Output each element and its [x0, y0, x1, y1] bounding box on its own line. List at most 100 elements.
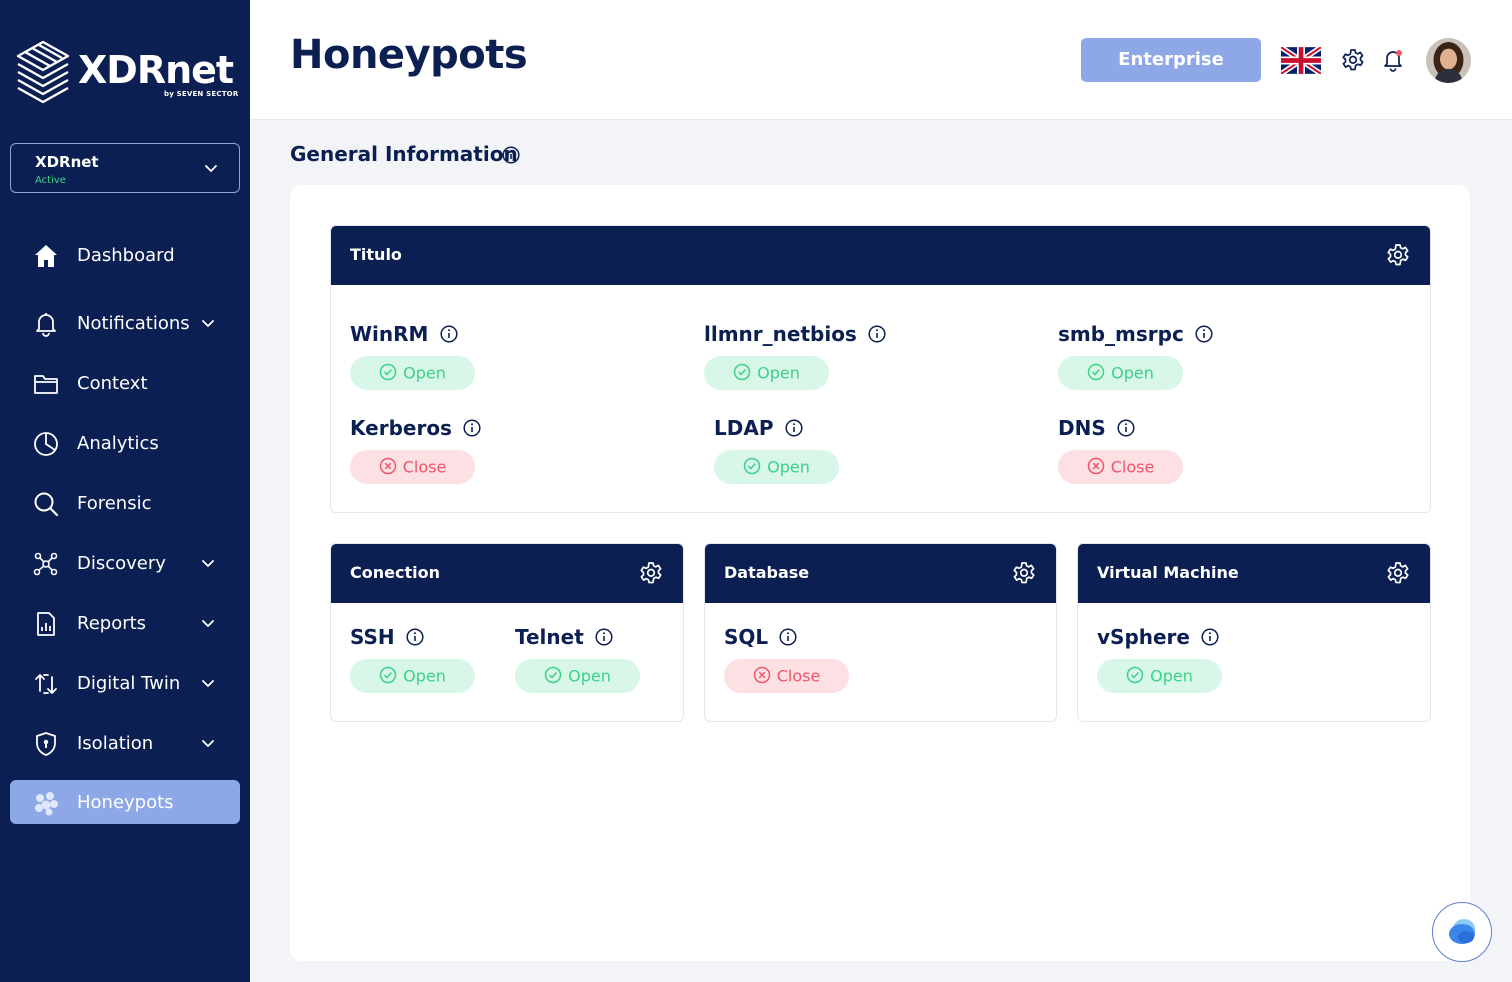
check-circle-icon	[379, 666, 397, 684]
org-selector[interactable]: XDRnet Active	[10, 143, 240, 193]
gear-icon[interactable]	[1012, 561, 1036, 585]
info-icon[interactable]	[779, 628, 797, 646]
folder-icon	[34, 375, 58, 394]
top-header: Honeypots Enterprise	[250, 0, 1512, 120]
service-kerberos: Kerberos Close	[350, 416, 481, 484]
sidebar-item-digital-twin[interactable]: Digital Twin	[10, 661, 240, 705]
card-header: Database	[705, 544, 1056, 603]
info-icon[interactable]	[440, 325, 458, 343]
status-badge[interactable]: Open	[714, 450, 839, 484]
chevron-down-icon	[205, 165, 217, 172]
status-label: Open	[568, 666, 611, 686]
info-icon[interactable]	[1195, 325, 1213, 343]
check-circle-icon	[544, 666, 562, 684]
service-dns: DNS Close	[1058, 416, 1183, 484]
status-badge[interactable]: Close	[1058, 450, 1183, 484]
check-circle-icon	[1126, 666, 1144, 684]
service-name: smb_msrpc	[1058, 322, 1184, 346]
org-name: XDRnet	[35, 153, 99, 171]
check-circle-icon	[743, 457, 761, 475]
status-label: Close	[776, 666, 821, 686]
service-ldap: LDAP Open	[714, 416, 839, 484]
sidebar-item-label: Forensic	[77, 493, 152, 514]
info-icon[interactable]	[502, 146, 520, 164]
card-titulo: Titulo WinRM Open llmnr_netbios Open smb…	[330, 225, 1431, 513]
status-badge[interactable]: Open	[704, 356, 829, 390]
gear-icon[interactable]	[1386, 561, 1410, 585]
uk-flag-icon[interactable]	[1281, 47, 1321, 74]
info-icon[interactable]	[463, 419, 481, 437]
status-badge[interactable]: Close	[350, 450, 475, 484]
sync-icon	[35, 674, 57, 694]
sidebar-item-context[interactable]: Context	[10, 361, 240, 405]
check-circle-icon	[733, 363, 751, 381]
bell-icon[interactable]	[1381, 48, 1405, 72]
status-badge[interactable]: Open	[515, 659, 640, 693]
status-badge[interactable]: Open	[350, 356, 475, 390]
enterprise-button[interactable]: Enterprise	[1081, 38, 1261, 82]
info-icon[interactable]	[1201, 628, 1219, 646]
status-badge[interactable]: Open	[350, 659, 475, 693]
assistant-button[interactable]	[1432, 902, 1492, 962]
sidebar-item-label: Discovery	[77, 553, 166, 574]
status-label: Close	[402, 457, 447, 477]
card-header: Conection	[331, 544, 683, 603]
sidebar-item-label: Context	[77, 373, 148, 394]
sidebar-item-notifications[interactable]: Notifications	[10, 301, 240, 345]
sidebar-item-label: Dashboard	[77, 245, 175, 266]
info-icon[interactable]	[785, 419, 803, 437]
sidebar-item-dashboard[interactable]: Dashboard	[10, 233, 240, 277]
sidebar-item-reports[interactable]: Reports	[10, 601, 240, 645]
sidebar-item-analytics[interactable]: Analytics	[10, 421, 240, 465]
info-icon[interactable]	[595, 628, 613, 646]
service-name: Kerberos	[350, 416, 452, 440]
pie-chart-icon	[34, 432, 58, 456]
search-icon	[34, 492, 59, 517]
info-icon[interactable]	[406, 628, 424, 646]
gear-icon[interactable]	[1386, 243, 1410, 267]
service-smb-msrpc: smb_msrpc Open	[1058, 322, 1213, 390]
sidebar-item-forensic[interactable]: Forensic	[10, 481, 240, 525]
sidebar-item-label: Reports	[77, 613, 147, 634]
avatar[interactable]	[1426, 38, 1471, 83]
service-name: LDAP	[714, 416, 774, 440]
card-conection: Conection SSH Open Telnet Open	[330, 543, 684, 722]
sidebar-item-honeypots[interactable]: Honeypots	[10, 780, 240, 824]
status-badge[interactable]: Close	[724, 659, 849, 693]
status-badge[interactable]: Open	[1058, 356, 1183, 390]
chevron-down-icon	[202, 680, 214, 687]
info-icon[interactable]	[868, 325, 886, 343]
gear-icon[interactable]	[1341, 48, 1365, 72]
card-header: Titulo	[331, 226, 1430, 285]
card-title: Virtual Machine	[1097, 563, 1239, 582]
bell-icon	[36, 313, 56, 337]
gear-icon[interactable]	[639, 561, 663, 585]
home-icon	[35, 245, 57, 267]
card-header: Virtual Machine	[1078, 544, 1430, 603]
honeypot-icon	[35, 792, 58, 816]
service-name: WinRM	[350, 322, 429, 346]
service-name: SQL	[724, 625, 769, 649]
service-name: Telnet	[515, 625, 584, 649]
service-vsphere: vSphere Open	[1097, 625, 1222, 693]
shield-icon	[36, 732, 56, 756]
brand-logo[interactable]: XDRnet by SEVEN SECTOR	[14, 38, 239, 106]
service-ssh: SSH Open	[350, 625, 475, 693]
service-sql: SQL Close	[724, 625, 849, 693]
card-title: Database	[724, 563, 810, 582]
chevron-down-icon	[202, 560, 214, 567]
service-name: vSphere	[1097, 625, 1190, 649]
sidebar-item-isolation[interactable]: Isolation	[10, 721, 240, 765]
x-circle-icon	[753, 666, 770, 684]
sidebar-item-label: Notifications	[77, 313, 190, 334]
status-label: Open	[403, 666, 446, 686]
sidebar-item-label: Honeypots	[77, 792, 174, 813]
chevron-down-icon	[202, 620, 214, 627]
sidebar-item-discovery[interactable]: Discovery	[10, 541, 240, 585]
chevron-down-icon	[202, 320, 214, 327]
service-name: SSH	[350, 625, 395, 649]
card-virtual-machine: Virtual Machine vSphere Open	[1077, 543, 1431, 722]
info-icon[interactable]	[1117, 419, 1135, 437]
status-label: Open	[757, 363, 800, 383]
status-badge[interactable]: Open	[1097, 659, 1222, 693]
